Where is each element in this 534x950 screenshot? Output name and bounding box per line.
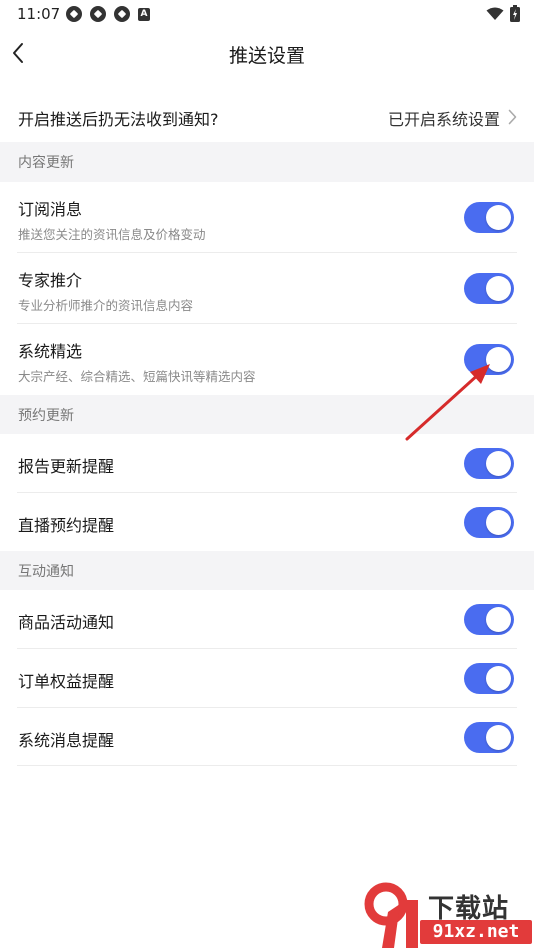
section-title: 内容更新 (18, 155, 74, 171)
divider (17, 765, 517, 766)
setting-title: 订单权益提醒 (18, 672, 115, 691)
toggle-knob (486, 276, 511, 301)
system-settings-value: 已开启系统设置 (387, 110, 500, 129)
setting-title: 专家推介 (18, 271, 83, 290)
wifi-icon (486, 7, 504, 20)
system-settings-row[interactable]: 开启推送后扔无法收到通知? 已开启系统设置 (0, 96, 534, 142)
setting-title: 直播预约提醒 (18, 516, 115, 535)
setting-title: 系统消息提醒 (18, 731, 115, 750)
setting-description: 专业分析师推介的资讯信息内容 (18, 298, 194, 313)
a-notification-icon: A (138, 8, 150, 21)
setting-row-activity: 商品活动通知 (0, 590, 534, 649)
setting-row-system-message: 系统消息提醒 (0, 708, 534, 767)
app-notification-icon (66, 6, 82, 22)
toggle-knob (486, 666, 511, 691)
setting-row-subscription: 订阅消息 推送您关注的资讯信息及价格变动 (0, 182, 534, 253)
logo-icon (364, 882, 418, 948)
toggle-knob (486, 510, 511, 535)
setting-title: 报告更新提醒 (18, 457, 115, 476)
toggle-knob (486, 607, 511, 632)
setting-row-order: 订单权益提醒 (0, 649, 534, 708)
toggle-activity[interactable] (464, 604, 514, 635)
system-settings-label: 开启推送后扔无法收到通知? (18, 110, 219, 129)
toggle-report[interactable] (464, 448, 514, 479)
section-header-content-updates: 内容更新 (0, 142, 534, 182)
toggle-live[interactable] (464, 507, 514, 538)
setting-row-expert: 专家推介 专业分析师推介的资讯信息内容 (0, 253, 534, 324)
setting-title: 订阅消息 (18, 200, 83, 219)
section-title: 互动通知 (18, 564, 74, 580)
toggle-subscription[interactable] (464, 202, 514, 233)
section-title: 预约更新 (18, 408, 74, 424)
battery-icon (510, 5, 520, 22)
toggle-expert[interactable] (464, 273, 514, 304)
app-notification-icon (90, 6, 106, 22)
toggle-knob (486, 205, 511, 230)
status-indicators (486, 5, 520, 22)
chevron-right-icon (508, 109, 517, 125)
setting-title: 商品活动通知 (18, 613, 115, 632)
status-bar: 11:07 A (0, 0, 534, 28)
watermark-url: 91xz.net (420, 920, 532, 944)
watermark-logo: 下载站 91xz.net (360, 880, 534, 950)
app-header: 推送设置 (0, 28, 534, 80)
setting-title: 系统精选 (18, 342, 83, 361)
setting-description: 推送您关注的资讯信息及价格变动 (18, 227, 206, 242)
section-header-interaction: 互动通知 (0, 551, 534, 590)
setting-row-live: 直播预约提醒 (0, 493, 534, 551)
setting-description: 大宗产经、综合精选、短篇快讯等精选内容 (18, 369, 256, 384)
notification-icons: A (66, 6, 150, 22)
toggle-knob (486, 725, 511, 750)
toggle-system-message[interactable] (464, 722, 514, 753)
annotation-arrow-icon (405, 364, 490, 441)
toggle-knob (486, 451, 511, 476)
status-time: 11:07 (17, 5, 61, 23)
app-notification-icon (114, 6, 130, 22)
page-title: 推送设置 (228, 45, 305, 67)
toggle-order[interactable] (464, 663, 514, 694)
